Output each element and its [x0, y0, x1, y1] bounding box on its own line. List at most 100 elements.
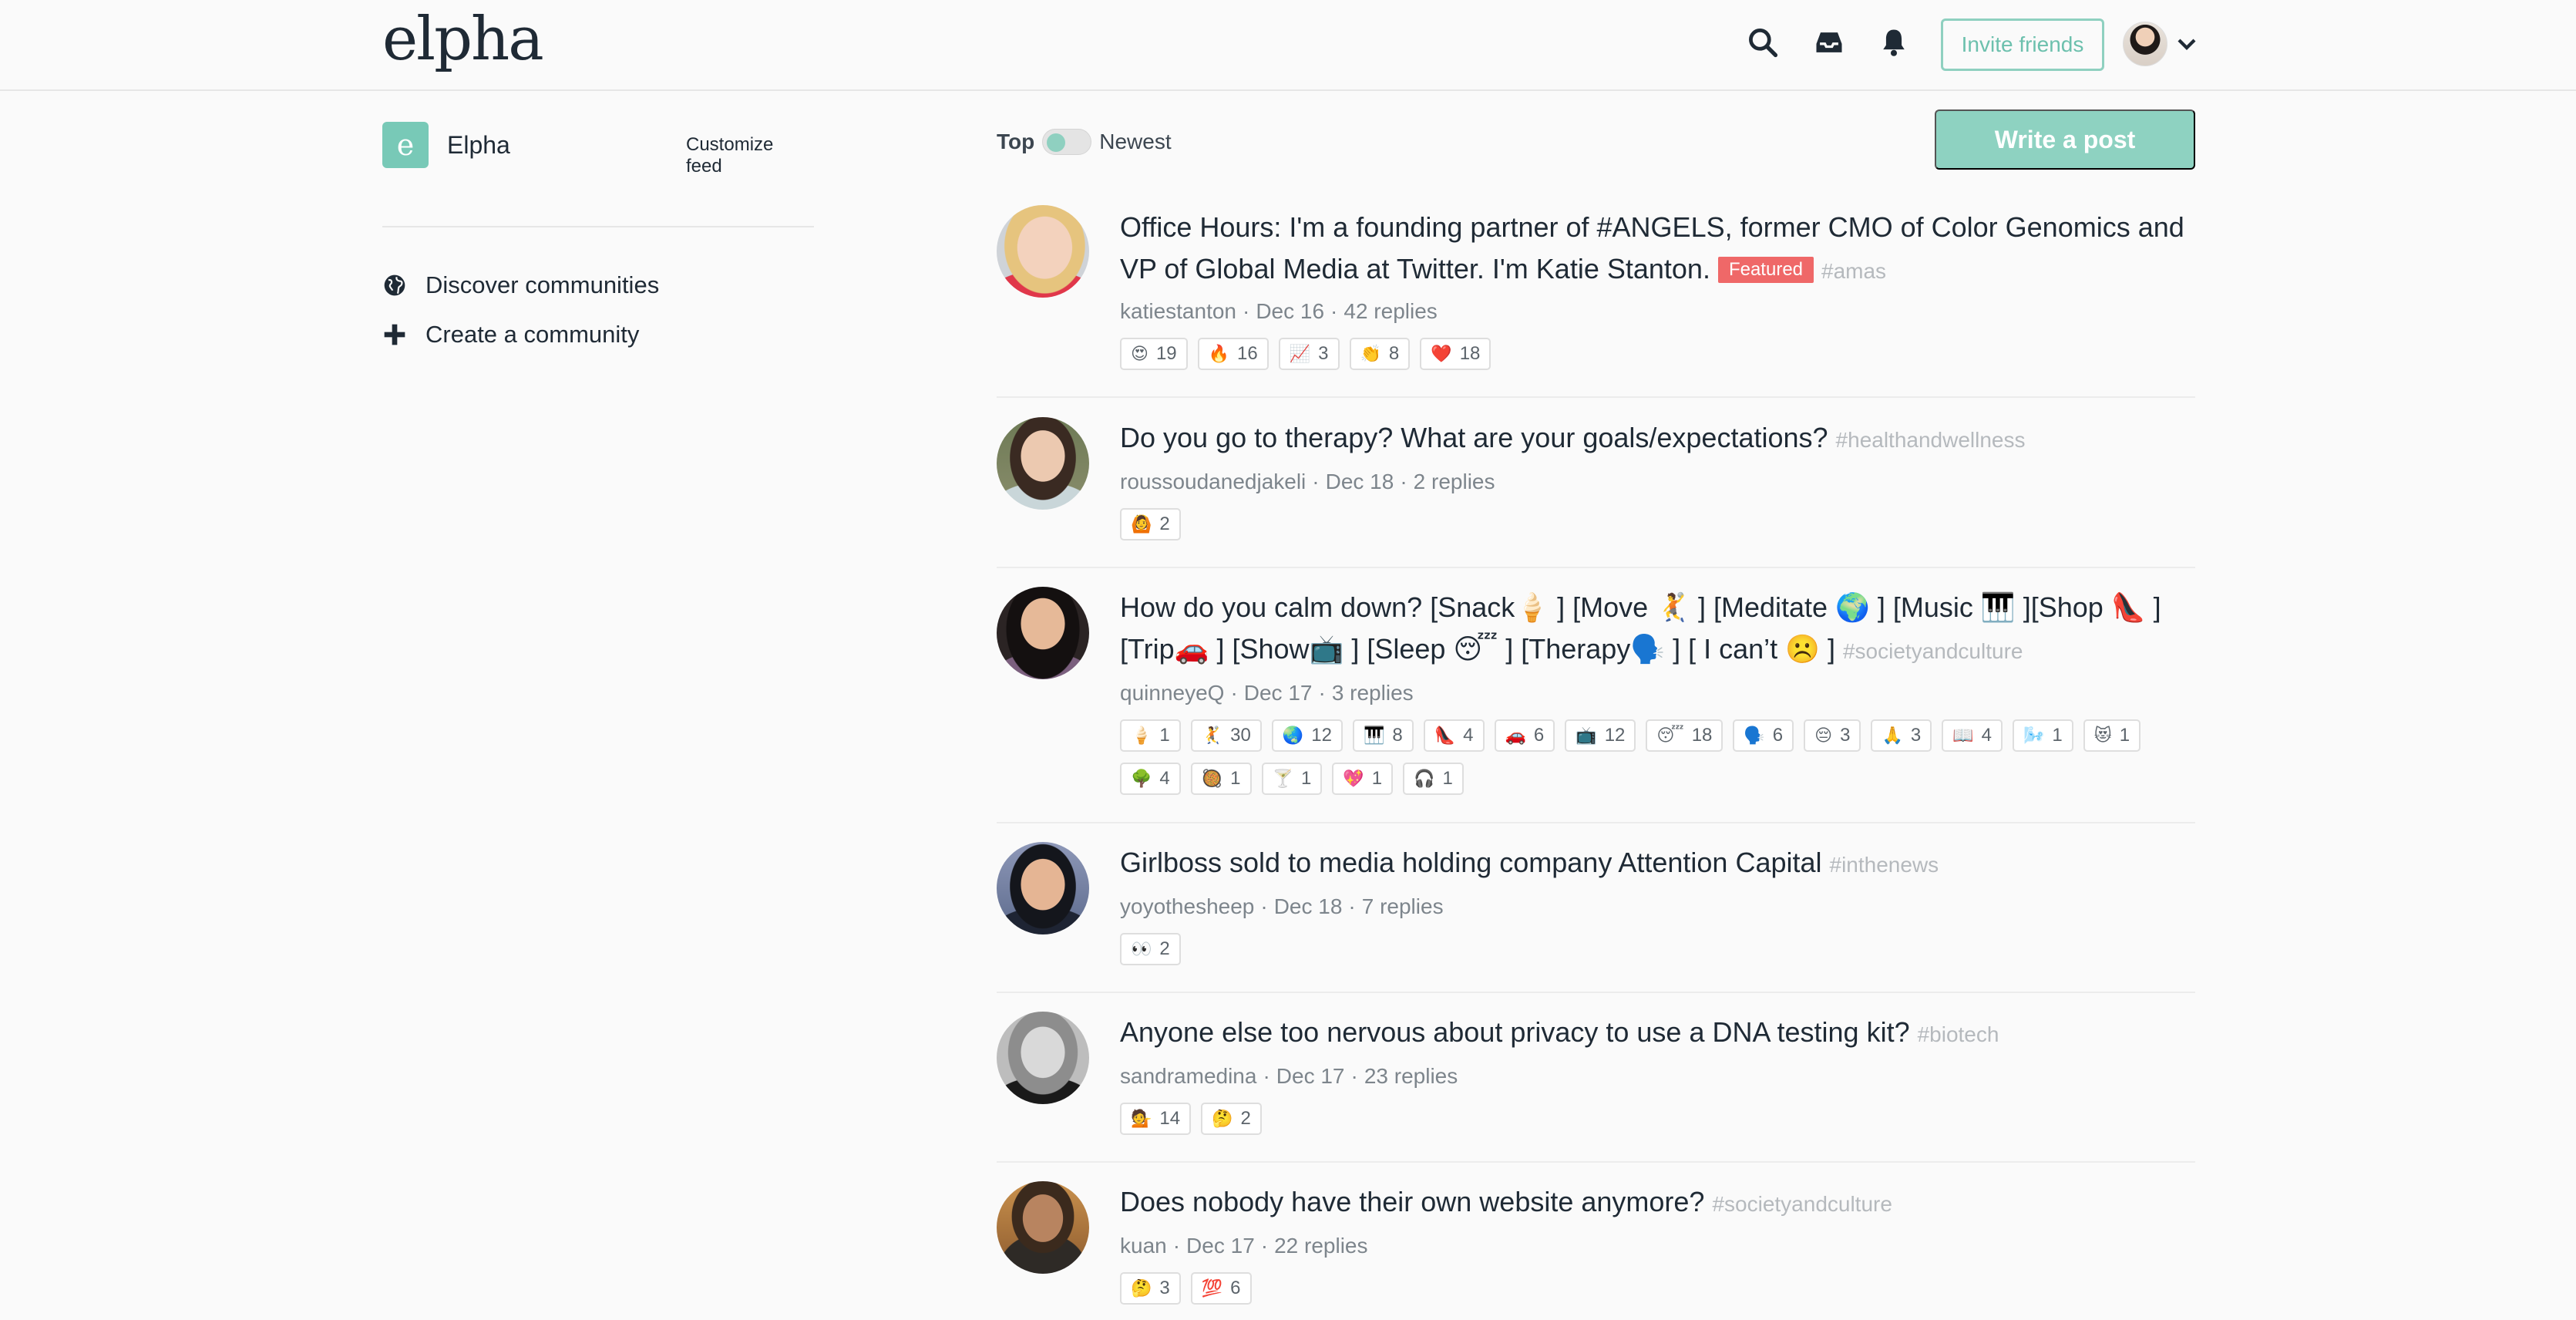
post-title-text: Anyone else too nervous about privacy to…	[1120, 1016, 1910, 1048]
customize-feed-link[interactable]: Customize feed	[686, 134, 814, 177]
post-hashtag[interactable]: #amas	[1821, 259, 1886, 283]
post-hashtag[interactable]: #societyandculture	[1843, 639, 2023, 663]
post-title-text: Do you go to therapy? What are your goal…	[1120, 422, 1828, 453]
reaction-chip[interactable]: 📖 4	[1942, 719, 2003, 752]
post-title[interactable]: Do you go to therapy? What are your goal…	[1120, 417, 2195, 461]
reaction-count: 4	[1159, 768, 1170, 789]
author-avatar[interactable]	[997, 842, 1089, 934]
post-replies[interactable]: 3 replies	[1332, 681, 1414, 705]
switch-knob	[1047, 133, 1066, 152]
reaction-emoji: 🎹	[1363, 726, 1385, 746]
reaction-count: 4	[1463, 725, 1474, 746]
search-icon[interactable]	[1745, 25, 1781, 60]
post-title[interactable]: Office Hours: I'm a founding partner of …	[1120, 207, 2195, 292]
reaction-count: 16	[1237, 343, 1258, 364]
chevron-down-icon[interactable]	[2175, 32, 2198, 56]
post-title[interactable]: Does nobody have their own website anymo…	[1120, 1181, 2195, 1225]
author-avatar[interactable]	[997, 1012, 1089, 1104]
post-title-text: Does nobody have their own website anymo…	[1120, 1186, 1705, 1217]
reaction-chip[interactable]: 🙏 3	[1871, 719, 1932, 752]
post-replies[interactable]: 2 replies	[1414, 470, 1495, 493]
reaction-emoji: 👠	[1434, 726, 1456, 746]
reaction-chip[interactable]: 🥘 1	[1190, 763, 1252, 795]
reaction-chip[interactable]: 👠 4	[1423, 719, 1485, 752]
reaction-emoji: 😴	[1656, 726, 1684, 746]
reaction-chip[interactable]: 🍦 1	[1120, 719, 1181, 752]
reaction-chip[interactable]: 😴 18	[1646, 719, 1723, 752]
write-post-button[interactable]: Write a post	[1935, 109, 2195, 170]
reaction-chip[interactable]: 💖 1	[1332, 763, 1394, 795]
reaction-chip[interactable]: 🎹 8	[1352, 719, 1414, 752]
reaction-chip[interactable]: 🌳 4	[1120, 763, 1181, 795]
reaction-count: 3	[1910, 725, 1922, 746]
author-avatar[interactable]	[997, 1181, 1089, 1274]
bell-icon[interactable]	[1876, 25, 1912, 60]
sort-newest-label[interactable]: Newest	[1099, 130, 1171, 154]
reaction-chip[interactable]: 😔 3	[1804, 719, 1861, 752]
reaction-chip[interactable]: 🚗 6	[1494, 719, 1555, 752]
reaction-chip[interactable]: ❤️ 18	[1420, 338, 1491, 370]
sort-top-label[interactable]: Top	[997, 130, 1034, 154]
reaction-chip[interactable]: 💯 6	[1190, 1272, 1252, 1305]
post-hashtag[interactable]: #inthenews	[1830, 853, 1939, 877]
post-author[interactable]: sandramedina	[1120, 1064, 1256, 1088]
post-item: Do you go to therapy? What are your goal…	[997, 417, 2195, 568]
reaction-list: 😍 19 🔥 16 📈 3 👏 8 ❤️ 18	[1120, 338, 2195, 370]
post-author[interactable]: quinneyeQ	[1120, 681, 1224, 705]
post-hashtag[interactable]: #biotech	[1918, 1022, 1999, 1046]
post-title[interactable]: Anyone else too nervous about privacy to…	[1120, 1012, 2195, 1056]
post-date: Dec 17	[1243, 681, 1313, 705]
reaction-chip[interactable]: 👀 2	[1120, 933, 1181, 965]
reaction-emoji: 🗣️	[1744, 726, 1765, 746]
reaction-chip[interactable]: 💁 14	[1120, 1103, 1192, 1135]
reaction-chip[interactable]: 👏 8	[1349, 338, 1411, 370]
reaction-chip[interactable]: 📺 12	[1565, 719, 1636, 752]
reaction-list: 🍦 1 🤾 30 🌏 12 🎹 8 👠 4 🚗 6 📺 12 😴 18 🗣️ 6 😔 3 🙏 3 📖 4 🌬️ 1 😻 1 🌳 4 🥘 1 🍸 1…	[1120, 719, 2195, 795]
post-replies[interactable]: 7 replies	[1362, 894, 1444, 918]
sort-switch[interactable]	[1042, 129, 1092, 155]
post-replies[interactable]: 23 replies	[1364, 1064, 1458, 1088]
author-avatar[interactable]	[997, 205, 1089, 298]
reaction-count: 18	[1691, 725, 1713, 746]
post-item: How do you calm down? [Snack🍦 ] [Move 🤾 …	[997, 587, 2195, 823]
reaction-chip[interactable]: 😻 1	[2083, 719, 2141, 752]
discover-communities-link[interactable]: Discover communities	[382, 268, 659, 302]
reaction-chip[interactable]: 🗣️ 6	[1733, 719, 1794, 752]
post-author[interactable]: kuan	[1120, 1234, 1167, 1258]
reaction-chip[interactable]: 🍸 1	[1261, 763, 1323, 795]
reaction-chip[interactable]: 🤔 2	[1201, 1103, 1262, 1135]
plus-icon	[384, 324, 405, 345]
community-name[interactable]: Elpha	[447, 131, 510, 160]
community-elpha[interactable]: e Elpha Customize feed	[382, 122, 814, 177]
post-replies[interactable]: 22 replies	[1274, 1234, 1367, 1258]
elpha-logo[interactable]: elpha	[382, 5, 544, 74]
post-hashtag[interactable]: #societyandculture	[1712, 1192, 1892, 1216]
post-title[interactable]: How do you calm down? [Snack🍦 ] [Move 🤾 …	[1120, 587, 2195, 672]
reaction-chip[interactable]: 🔥 16	[1197, 338, 1269, 370]
post-author[interactable]: yoyothesheep	[1120, 894, 1254, 918]
reaction-chip[interactable]: 🤔 3	[1120, 1272, 1181, 1305]
inbox-icon[interactable]	[1811, 25, 1847, 60]
post-item: Girlboss sold to media holding company A…	[997, 842, 2195, 993]
reaction-chip[interactable]: 😍 19	[1120, 338, 1188, 370]
reaction-chip[interactable]: 🤾 30	[1190, 719, 1262, 752]
post-author[interactable]: roussoudanedjakeli	[1120, 470, 1306, 493]
invite-friends-button[interactable]: Invite friends	[1941, 19, 2104, 71]
post-author[interactable]: katiestanton	[1120, 299, 1236, 323]
reaction-chip[interactable]: 🙆 2	[1120, 508, 1181, 540]
reaction-chip[interactable]: 📈 3	[1278, 338, 1340, 370]
reaction-emoji: 🙏	[1882, 726, 1903, 746]
reaction-emoji: 🤔	[1212, 1109, 1233, 1129]
author-avatar[interactable]	[997, 587, 1089, 679]
reaction-emoji: 🔥	[1208, 344, 1230, 364]
user-avatar[interactable]	[2123, 22, 2167, 66]
post-title[interactable]: Girlboss sold to media holding company A…	[1120, 842, 2195, 886]
create-community-link[interactable]: Create a community	[382, 318, 639, 352]
reaction-chip[interactable]: 🌏 12	[1271, 719, 1343, 752]
reaction-chip[interactable]: 🌬️ 1	[2012, 719, 2073, 752]
reaction-count: 19	[1155, 343, 1177, 364]
post-replies[interactable]: 42 replies	[1343, 299, 1437, 323]
post-hashtag[interactable]: #healthandwellness	[1836, 428, 2026, 452]
reaction-chip[interactable]: 🎧 1	[1403, 763, 1464, 795]
author-avatar[interactable]	[997, 417, 1089, 510]
